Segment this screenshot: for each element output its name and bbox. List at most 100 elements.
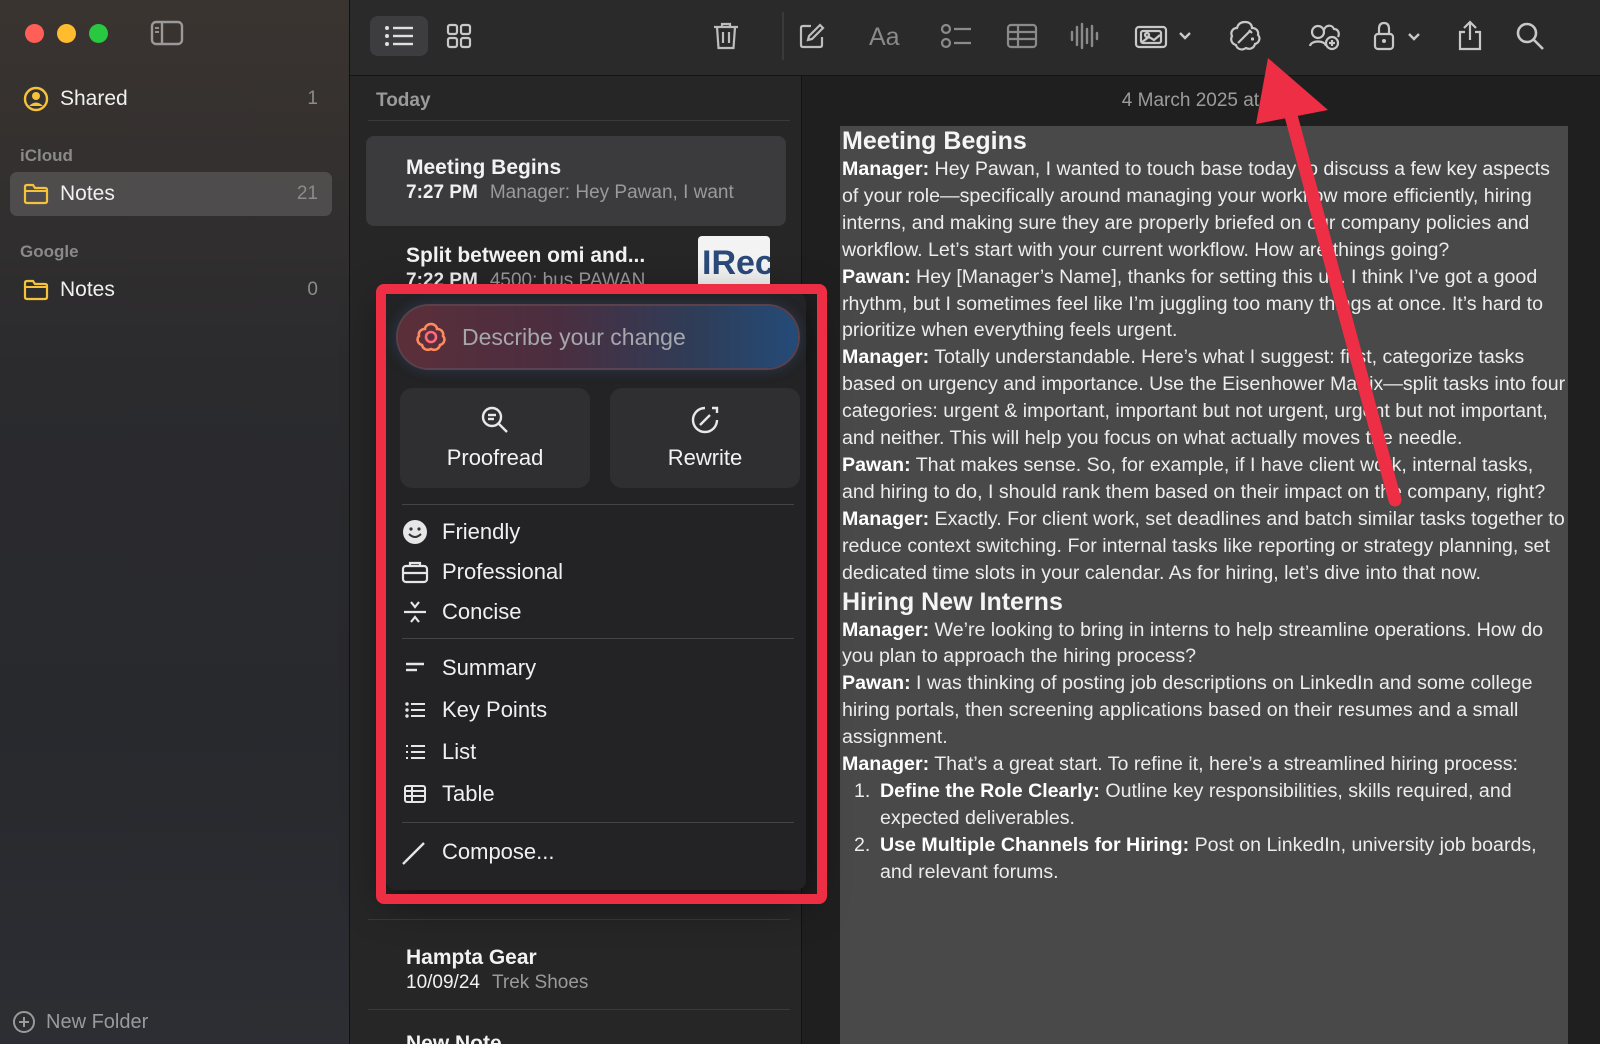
note-paragraph: Manager: That’s a great start. To refine…: [842, 751, 1566, 778]
toolbar-separator: [782, 12, 784, 60]
sidebar-section-google: Google: [20, 242, 79, 261]
note-paragraph: Pawan: I was thinking of posting job des…: [842, 670, 1566, 751]
new-folder-button[interactable]: New Folder: [12, 1010, 148, 1034]
divider: [368, 919, 790, 920]
table-icon: [1006, 23, 1038, 49]
note-item-hampta-gear[interactable]: Hampta Gear 10/09/24 Trek Shoes: [366, 926, 786, 1016]
note-heading: Hiring New Interns: [842, 587, 1063, 616]
note-paragraph: Manager: Exactly. For client work, set d…: [842, 506, 1566, 587]
gallery-view-button[interactable]: [434, 16, 484, 56]
note-meta: 10/09/24 Trek Shoes: [406, 972, 588, 994]
list-view-button[interactable]: [370, 16, 428, 56]
lock-note-button[interactable]: [1370, 16, 1430, 56]
plus-circle-icon: [12, 1010, 36, 1034]
shared-person-icon: [22, 85, 50, 113]
sidebar-item-shared[interactable]: Shared 1: [10, 77, 332, 121]
sidebar-item-label: Shared: [60, 87, 128, 110]
divider: [368, 120, 790, 121]
checklist-icon: [940, 23, 971, 49]
sidebar-item-count: 1: [307, 88, 318, 109]
note-title: Split between omi and...: [406, 244, 646, 267]
list-item-title: Use Multiple Channels for Hiring:: [880, 833, 1190, 856]
search-button[interactable]: [1510, 16, 1550, 56]
note-preview: Trek Shoes: [491, 972, 589, 993]
note-paragraph: Manager: Totally understandable. Here’s …: [842, 344, 1566, 452]
note-title: Hampta Gear: [406, 946, 537, 969]
waveform-icon: [1070, 22, 1099, 50]
speaker-name: Manager:: [842, 618, 930, 641]
writing-tools-icon: [1230, 20, 1261, 51]
note-time: 10/09/24: [406, 972, 480, 993]
paragraph-text: Hey Pawan, I wanted to touch base today …: [842, 158, 1550, 261]
list-number: 1.: [854, 779, 871, 802]
lock-icon: [1373, 21, 1420, 51]
compose-icon: [799, 23, 825, 49]
note-preview: Manager: Hey Pawan, I want: [489, 182, 734, 203]
note-meta: 7:27 PM Manager: Hey Pawan, I want: [406, 182, 734, 204]
speaker-name: Manager:: [842, 507, 930, 530]
paragraph-text: I was thinking of posting job descriptio…: [842, 672, 1533, 749]
paragraph-text: Totally understandable. Here’s what I su…: [842, 346, 1566, 450]
highlight-outline: [376, 284, 827, 904]
group-label-today: Today: [376, 90, 431, 111]
note-paragraph: Pawan: Hey [Manager’s Name], thanks for …: [842, 264, 1566, 345]
collaborate-button[interactable]: [1304, 16, 1344, 56]
search-icon: [1516, 22, 1544, 50]
speaker-name: Manager:: [842, 346, 930, 369]
speaker-name: Pawan:: [842, 453, 911, 476]
note-paragraph: Pawan: That makes sense. So, for example…: [842, 452, 1566, 506]
share-button[interactable]: [1450, 16, 1490, 56]
close-window-button[interactable]: [25, 24, 44, 43]
delete-button[interactable]: [706, 16, 746, 56]
trash-icon: [714, 22, 738, 50]
checklist-button[interactable]: [936, 16, 976, 56]
sidebar-item-google-notes[interactable]: Notes 0: [10, 268, 332, 312]
note-item-new-note[interactable]: New Note: [366, 1016, 786, 1044]
numbered-list: 1. Define the Role Clearly: Outline key r…: [842, 778, 1566, 886]
speaker-name: Pawan:: [842, 672, 911, 695]
list-item-title: Define the Role Clearly:: [880, 779, 1100, 802]
note-title: Meeting Begins: [406, 156, 562, 179]
sidebar-item-label: Notes: [60, 278, 115, 301]
note-heading: Meeting Begins: [842, 127, 1027, 155]
table-button[interactable]: [1002, 16, 1042, 56]
sidebar-section-icloud: iCloud: [20, 146, 73, 165]
paragraph-text: That makes sense. So, for example, if I …: [842, 453, 1546, 503]
note-title: New Note: [406, 1032, 502, 1044]
svg-text:Aa: Aa: [869, 23, 900, 50]
list-number: 2.: [854, 833, 871, 856]
folder-icon: [22, 276, 50, 304]
new-note-button[interactable]: [792, 16, 832, 56]
new-folder-label: New Folder: [46, 1010, 149, 1033]
photo-media-icon: [1134, 25, 1191, 49]
sidebar-item-icloud-notes[interactable]: Notes 21: [10, 172, 332, 216]
list-item: 2. Use Multiple Channels for Hiring: Post…: [842, 832, 1566, 886]
folder-icon: [22, 180, 50, 208]
grid-icon: [446, 23, 472, 49]
note-editor[interactable]: 4 March 2025 at 7: Meeting Begins Manage…: [802, 76, 1600, 1044]
speaker-name: Pawan:: [842, 265, 911, 288]
paragraph-text: Exactly. For client work, set deadlines …: [842, 507, 1565, 584]
minimize-window-button[interactable]: [57, 24, 76, 43]
note-item-meeting-begins[interactable]: Meeting Begins 7:27 PM Manager: Hey Pawan…: [366, 136, 786, 226]
sidebar-toggle-icon[interactable]: [150, 20, 184, 46]
sidebar-item-count: 0: [307, 279, 318, 300]
writing-tools-button[interactable]: [1224, 16, 1266, 56]
speaker-name: Manager:: [842, 753, 930, 776]
note-paragraph: Manager: We’re looking to bring in inter…: [842, 617, 1566, 671]
toolbar: Aa: [350, 0, 1600, 76]
format-text-button[interactable]: Aa: [866, 16, 910, 56]
note-section: Manager: We’re looking to bring in inter…: [842, 617, 1566, 778]
list-item: 1. Define the Role Clearly: Outline key r…: [842, 778, 1566, 832]
zoom-window-button[interactable]: [89, 24, 108, 43]
audio-recording-button[interactable]: [1064, 16, 1104, 56]
media-button[interactable]: [1134, 16, 1200, 56]
sidebar: Shared 1 iCloud Notes 21 Google Notes 0 …: [0, 0, 350, 1044]
speaker-name: Manager:: [842, 158, 930, 180]
share-icon: [1458, 20, 1482, 51]
divider: [368, 1009, 790, 1010]
note-body-selection[interactable]: Meeting Begins Manager: Hey Pawan, I wan…: [840, 126, 1568, 1044]
sidebar-item-count: 21: [296, 183, 318, 204]
note-paragraph: Manager: Hey Pawan, I wanted to touch ba…: [842, 156, 1566, 264]
paragraph-text: Hey [Manager’s Name], thanks for setting…: [842, 265, 1543, 342]
